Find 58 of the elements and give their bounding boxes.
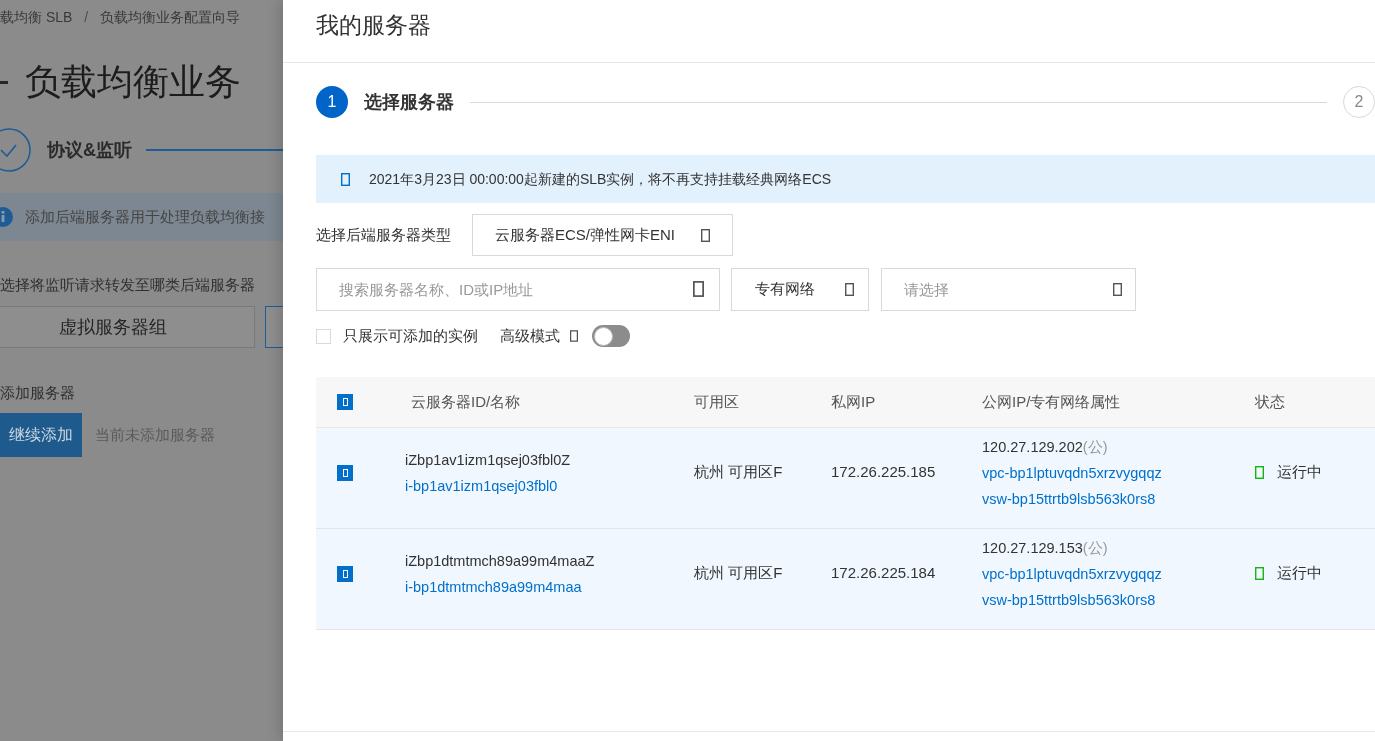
notice-text: 2021年3月23日 00:00:00起新建的SLB实例，将不再支持挂载经典网络ECS xyxy=(369,169,832,189)
table-row[interactable]: iZbp1av1izm1qsej03fbl0Z i-bp1av1izm1qsej03fbl0 杭州 可用区F 172.26.225.185 120.27.129.202(公) vpc-bp1lptuvqdn5xrzvygqqz vsw-bp15ttrtb9lsb563k0rs8 运行中 xyxy=(316,428,1375,529)
vswitch-link[interactable]: vsw-bp15ttrtb9lsb563k0rs8 xyxy=(982,485,1156,512)
column-header: 私网IP xyxy=(831,391,876,412)
public-ip-tag: (公) xyxy=(1082,534,1108,561)
checkbox[interactable] xyxy=(337,565,353,582)
toggle-switch[interactable] xyxy=(592,325,630,347)
status-text: 运行中 xyxy=(1277,563,1322,584)
vswitch-link[interactable]: vsw-bp15ttrtb9lsb563k0rs8 xyxy=(982,586,1156,613)
missing-glyph-icon xyxy=(693,281,704,297)
advanced-mode-label: 高级模式 xyxy=(500,325,560,346)
instance-name: iZbp1dtmtmch89a99m4maaZ xyxy=(405,551,595,571)
missing-glyph-icon xyxy=(341,172,350,186)
breadcrumb-link[interactable]: 负载均衡业务配置向导 xyxy=(100,8,241,26)
public-ip-text: 120.27.129.202 xyxy=(982,437,1083,457)
missing-glyph-icon xyxy=(701,228,710,242)
step-label: 选择服务器 xyxy=(364,90,454,114)
column-header: 云服务器ID/名称 xyxy=(410,391,521,412)
missing-glyph-icon xyxy=(1113,283,1122,296)
network-select[interactable]: 专有网络 xyxy=(731,268,869,311)
forward-label: 选择将监听请求转发至哪类后端服务器 xyxy=(0,275,256,295)
drawer-title: 我的服务器 xyxy=(316,12,431,38)
column-header: 可用区 xyxy=(694,391,739,412)
private-ip-cell-text: 172.26.225.184 xyxy=(831,563,936,584)
status-text: 运行中 xyxy=(1277,462,1322,483)
checkbox[interactable] xyxy=(337,394,353,410)
private-ip-cell-text: 172.26.225.185 xyxy=(831,462,936,483)
missing-glyph-icon xyxy=(570,330,578,342)
server-type-select[interactable]: 云服务器ECS/弹性网卡ENI xyxy=(472,214,733,256)
column-header: 公网IP/专有网络属性 xyxy=(982,391,1121,412)
checkbox[interactable] xyxy=(316,328,331,344)
instance-id-link[interactable]: i-bp1av1izm1qsej03fbl0 xyxy=(405,472,558,499)
continue-add-button[interactable]: 继续添加 xyxy=(0,413,82,457)
server-type-label: 选择后端服务器类型 xyxy=(316,224,452,245)
search-field[interactable]: 搜索服务器名称、ID或IP地址 xyxy=(316,268,720,311)
alert-text: 添加后端服务器用于处理负载均衡接 xyxy=(25,206,265,227)
step-label: 协议&监听 xyxy=(47,138,132,162)
checkbox[interactable] xyxy=(337,464,353,481)
zone-cell-text: 杭州 可用区F xyxy=(694,462,783,483)
missing-glyph-icon xyxy=(845,283,854,296)
section-label: 添加服务器 xyxy=(0,383,76,403)
vpc-link[interactable]: vpc-bp1lptuvqdn5xrzvygqqz xyxy=(982,459,1162,486)
instance-id-link[interactable]: i-bp1dtmtmch89a99m4maa xyxy=(405,573,582,600)
breadcrumb-separator: / xyxy=(84,8,89,26)
vpc-link[interactable]: vpc-bp1lptuvqdn5xrzvygqqz xyxy=(982,560,1162,587)
page-title: 负载均衡业务 xyxy=(25,62,241,102)
option-button[interactable]: 虚拟服务器组 xyxy=(0,306,255,348)
table-row[interactable]: iZbp1dtmtmch89a99m4maaZ i-bp1dtmtmch89a99m4maa 杭州 可用区F 172.26.225.184 120.27.129.153(公) vpc-bp1lptuvqdn5xrzvygqqz vsw-bp15ttrtb9lsb563k0rs8 运行中 xyxy=(316,529,1375,630)
vpc-select[interactable]: 请选择 xyxy=(881,268,1136,311)
step-number: 1 xyxy=(316,86,348,118)
info-icon xyxy=(0,207,13,227)
breadcrumb-link[interactable]: 载均衡 SLB xyxy=(0,8,73,26)
column-header: 状态 xyxy=(1255,391,1285,412)
public-ip-tag: (公) xyxy=(1082,433,1108,460)
checkbox-label[interactable]: 只展示可添加的实例 xyxy=(343,324,478,348)
zone-cell-text: 杭州 可用区F xyxy=(694,563,783,584)
instance-name: iZbp1av1izm1qsej03fbl0Z xyxy=(405,450,571,470)
public-ip-text: 120.27.129.153 xyxy=(982,538,1083,558)
